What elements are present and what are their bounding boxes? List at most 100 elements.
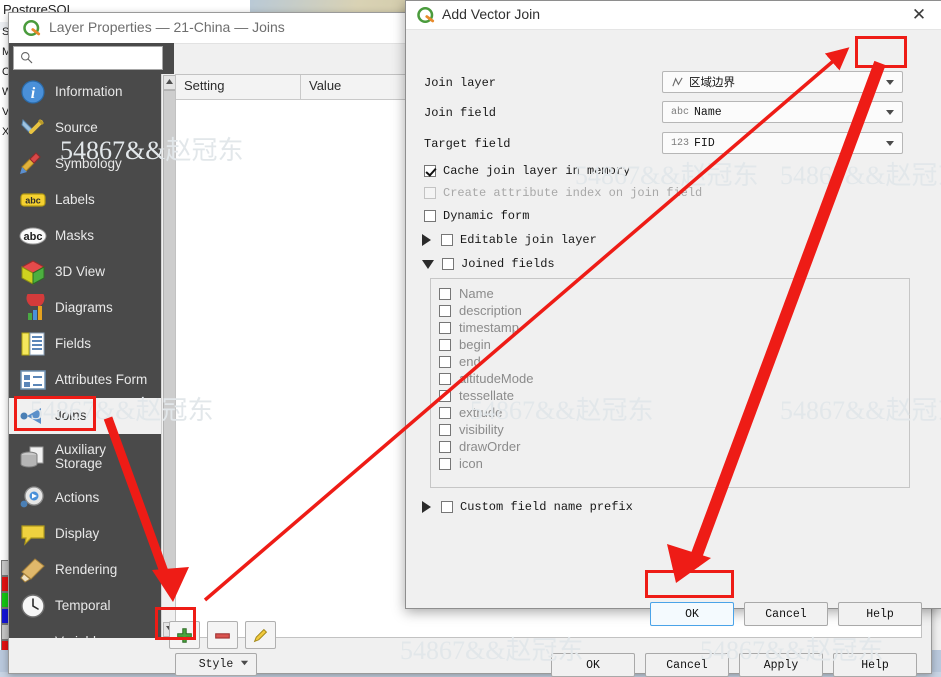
- list-item[interactable]: icon: [439, 455, 909, 472]
- apply-button[interactable]: Apply: [739, 653, 823, 677]
- ok-button[interactable]: OK: [650, 602, 734, 626]
- field-label: visibility: [459, 422, 504, 437]
- symbology-brush-icon: [19, 150, 49, 178]
- field-checkbox[interactable]: [439, 440, 451, 453]
- sidebar-item-actions[interactable]: Actions: [9, 480, 161, 516]
- add-join-button[interactable]: [169, 621, 200, 649]
- triangle-right-icon[interactable]: [422, 501, 431, 513]
- field-checkbox[interactable]: [439, 287, 451, 300]
- attributes-form-icon: [19, 366, 49, 394]
- field-label: timestamp: [459, 320, 519, 335]
- cache-join-layer-checkbox[interactable]: [424, 165, 436, 177]
- add-vector-join-title: Add Vector Join: [442, 6, 541, 22]
- style-button[interactable]: Style: [175, 653, 257, 676]
- dynamic-form-row[interactable]: Dynamic form: [424, 205, 529, 227]
- sidebar-item-masks[interactable]: abc Masks: [9, 218, 161, 254]
- sidebar-item-information[interactable]: i Information: [9, 74, 161, 110]
- svg-text:abc: abc: [24, 231, 43, 243]
- svg-text:i: i: [31, 85, 36, 102]
- field-checkbox[interactable]: [439, 457, 451, 470]
- cancel-button[interactable]: Cancel: [645, 653, 729, 677]
- triangle-right-icon[interactable]: [422, 234, 431, 246]
- sidebar-item-display[interactable]: Display: [9, 516, 161, 552]
- remove-join-button[interactable]: [207, 621, 238, 649]
- chevron-down-icon[interactable]: [886, 80, 894, 85]
- ok-button[interactable]: OK: [551, 653, 635, 677]
- join-field-value: Name: [694, 105, 722, 119]
- search-input[interactable]: [38, 50, 160, 68]
- field-checkbox[interactable]: [439, 338, 451, 351]
- help-button[interactable]: Help: [833, 653, 917, 677]
- joined-fields-row[interactable]: Joined fields: [422, 253, 555, 275]
- sidebar-item-attributes-form[interactable]: Attributes Form: [9, 362, 161, 398]
- triangle-down-icon[interactable]: [422, 259, 434, 269]
- add-vector-join-buttons: OK Cancel Help: [650, 602, 922, 626]
- layer-properties-buttons: OK Cancel Apply Help: [551, 653, 917, 677]
- sidebar-item-source[interactable]: Source: [9, 110, 161, 146]
- sidebar-item-fields[interactable]: Fields: [9, 326, 161, 362]
- field-checkbox[interactable]: [439, 423, 451, 436]
- list-item[interactable]: timestamp: [439, 319, 909, 336]
- auxiliary-storage-icon: [19, 443, 49, 471]
- list-item[interactable]: begin: [439, 336, 909, 353]
- sidebar-item-joins[interactable]: Joins: [9, 398, 161, 434]
- field-checkbox[interactable]: [439, 321, 451, 334]
- dynamic-form-checkbox[interactable]: [424, 210, 436, 222]
- add-vector-join-body: Join layer 区域边界 Join field abc Name Targ…: [406, 30, 941, 626]
- list-item[interactable]: extrude: [439, 404, 909, 421]
- target-field-type-prefix: 123: [671, 137, 690, 149]
- sidebar-item-label: Actions: [55, 489, 100, 505]
- joined-fields-checkbox[interactable]: [442, 258, 454, 270]
- field-label: begin: [459, 337, 491, 352]
- chevron-down-icon[interactable]: [886, 110, 894, 115]
- sidebar-scrollbar[interactable]: [161, 74, 176, 638]
- sidebar-item-rendering[interactable]: Rendering: [9, 552, 161, 588]
- editable-join-layer-label: Editable join layer: [460, 233, 597, 247]
- field-checkbox[interactable]: [439, 372, 451, 385]
- layer-properties-sidebar[interactable]: i Information Source Symbology abc Label…: [9, 74, 161, 638]
- field-label: extrude: [459, 405, 503, 420]
- field-checkbox[interactable]: [439, 389, 451, 402]
- list-item[interactable]: description: [439, 302, 909, 319]
- list-item[interactable]: drawOrder: [439, 438, 909, 455]
- sidebar-item-symbology[interactable]: Symbology: [9, 146, 161, 182]
- join-field-combobox[interactable]: abc Name: [662, 101, 903, 123]
- field-checkbox[interactable]: [439, 406, 451, 419]
- search-input-box[interactable]: [13, 46, 163, 70]
- list-item[interactable]: altitudeMode: [439, 370, 909, 387]
- sidebar-item-labels[interactable]: abc Labels: [9, 182, 161, 218]
- information-icon: i: [19, 78, 49, 106]
- chevron-down-icon: [240, 658, 249, 671]
- edit-join-button[interactable]: [245, 621, 276, 649]
- column-header-setting[interactable]: Setting: [176, 75, 301, 99]
- sidebar-item-temporal[interactable]: Temporal: [9, 588, 161, 624]
- list-item[interactable]: visibility: [439, 421, 909, 438]
- field-label: Name: [459, 286, 494, 301]
- sidebar-item-variables[interactable]: ε Variables: [9, 624, 161, 638]
- help-button[interactable]: Help: [838, 602, 922, 626]
- chevron-down-icon[interactable]: [886, 141, 894, 146]
- list-item[interactable]: Name: [439, 285, 909, 302]
- minus-icon: [215, 632, 230, 639]
- joined-fields-list[interactable]: Name description timestamp begin end alt…: [430, 278, 910, 488]
- pencil-icon: [253, 628, 268, 642]
- join-layer-combobox[interactable]: 区域边界: [662, 71, 903, 93]
- sidebar-item-3d-view[interactable]: 3D View: [9, 254, 161, 290]
- list-item[interactable]: end: [439, 353, 909, 370]
- close-icon[interactable]: ✕: [908, 4, 930, 26]
- cache-join-layer-row[interactable]: Cache join layer in memory: [424, 160, 630, 182]
- editable-join-layer-checkbox[interactable]: [441, 234, 453, 246]
- field-checkbox[interactable]: [439, 355, 451, 368]
- target-field-combobox[interactable]: 123 FID: [662, 132, 903, 154]
- add-vector-join-dialog: Add Vector Join ✕ Join layer 区域边界 Join f…: [405, 0, 941, 626]
- editable-join-layer-row[interactable]: Editable join layer: [422, 229, 597, 251]
- custom-field-name-prefix-row[interactable]: Custom field name prefix: [422, 496, 633, 518]
- create-attribute-index-row: Create attribute index on join field: [424, 182, 702, 204]
- sidebar-item-diagrams[interactable]: Diagrams: [9, 289, 161, 326]
- cancel-button[interactable]: Cancel: [744, 602, 828, 626]
- custom-field-name-prefix-checkbox[interactable]: [441, 501, 453, 513]
- sidebar-item-auxiliary-storage[interactable]: Auxiliary Storage: [9, 434, 161, 480]
- field-checkbox[interactable]: [439, 304, 451, 317]
- list-item[interactable]: tessellate: [439, 387, 909, 404]
- target-field-value-wrap: 123 FID: [671, 137, 715, 150]
